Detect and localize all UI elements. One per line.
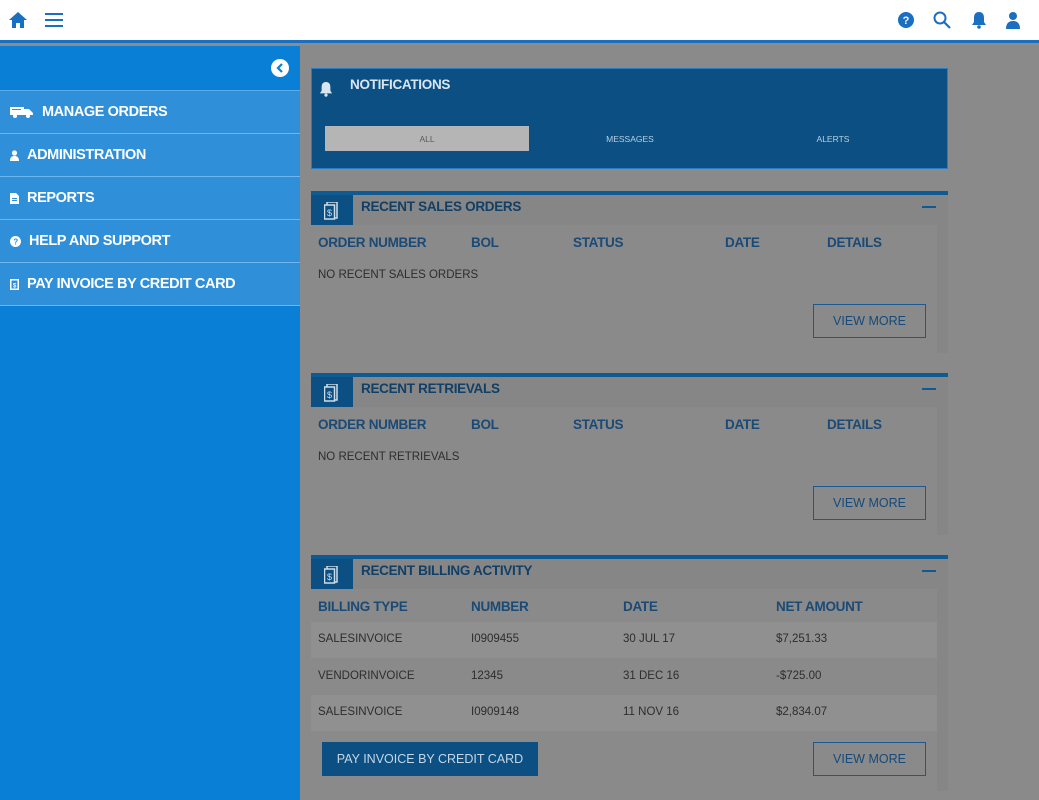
card-header: $ RECENT RETRIEVALS [311, 377, 948, 409]
svg-text:?: ? [13, 237, 18, 246]
column-header[interactable]: STATUS [573, 235, 624, 250]
minimize-button[interactable] [922, 570, 936, 572]
sidebar-item-label: PAY INVOICE BY CREDIT CARD [27, 276, 236, 292]
main-content: NOTIFICATIONS ALL MESSAGES ALERTS $ RECE… [300, 46, 1039, 800]
billing-type: SALESINVOICE [318, 633, 403, 645]
column-header[interactable]: BOL [471, 235, 499, 250]
sidebar-item-label: MANAGE ORDERS [42, 104, 168, 120]
home-icon[interactable] [7, 9, 29, 31]
truck-icon [10, 106, 34, 118]
billing-date: 11 NOV 16 [623, 706, 680, 718]
search-icon[interactable] [931, 9, 953, 31]
column-header[interactable]: ORDER NUMBER [318, 235, 426, 250]
billing-type: SALESINVOICE [318, 706, 403, 718]
chevron-left-icon [276, 63, 283, 73]
table-row[interactable]: VENDORINVOICE 12345 31 DEC 16 -$725.00 [311, 659, 937, 695]
view-more-button[interactable]: VIEW MORE [813, 304, 926, 338]
top-bar: ? [0, 0, 1039, 43]
table-row[interactable]: SALESINVOICE I0909148 11 NOV 16 $2,834.0… [311, 695, 937, 731]
billing-number: I0909148 [471, 706, 519, 718]
billing-number: 12345 [471, 670, 503, 682]
column-header[interactable]: BOL [471, 417, 499, 432]
card-title: RECENT RETRIEVALS [361, 381, 500, 396]
svg-text:$: $ [327, 208, 332, 218]
recent-retrievals-card: $ RECENT RETRIEVALS ORDER NUMBER BOL STA… [311, 373, 948, 535]
sidebar: MANAGE ORDERS ADMINISTRATION REPORTS ? H… [0, 46, 300, 800]
sidebar-menu: MANAGE ORDERS ADMINISTRATION REPORTS ? H… [0, 90, 300, 306]
sidebar-item-label: HELP AND SUPPORT [29, 233, 171, 249]
sidebar-item-pay-invoice[interactable]: $ PAY INVOICE BY CREDIT CARD [0, 263, 300, 306]
bell-icon [319, 81, 333, 102]
billing-date: 30 JUL 17 [623, 633, 675, 645]
tab-all[interactable]: ALL [325, 126, 529, 151]
billing-amount: $2,834.07 [776, 706, 828, 718]
column-header[interactable]: NUMBER [471, 599, 529, 614]
invoice-icon: $ [311, 559, 353, 591]
card-title: RECENT SALES ORDERS [361, 199, 522, 214]
svg-text:?: ? [903, 15, 910, 27]
empty-message: NO RECENT SALES ORDERS [318, 269, 479, 281]
recent-billing-activity-card: $ RECENT BILLING ACTIVITY BILLING TYPE N… [311, 555, 948, 791]
view-more-button[interactable]: VIEW MORE [813, 486, 926, 520]
invoice-icon: $ [311, 195, 353, 227]
card-header: $ RECENT SALES ORDERS [311, 195, 948, 227]
billing-number: I0909455 [471, 633, 519, 645]
column-header[interactable]: DETAILS [827, 235, 882, 250]
sidebar-item-label: REPORTS [27, 190, 95, 206]
card-body: ORDER NUMBER BOL STATUS DATE DETAILS NO … [311, 225, 937, 353]
tab-alerts[interactable]: ALERTS [731, 126, 935, 151]
menu-icon[interactable] [43, 9, 65, 31]
recent-sales-orders-card: $ RECENT SALES ORDERS ORDER NUMBER BOL S… [311, 191, 948, 353]
document-icon [10, 192, 19, 204]
sidebar-item-help-and-support[interactable]: ? HELP AND SUPPORT [0, 220, 300, 263]
column-header[interactable]: BILLING TYPE [318, 599, 408, 614]
invoice-icon: $ [10, 278, 19, 290]
billing-amount: $7,251.33 [776, 633, 828, 645]
column-header[interactable]: DATE [725, 235, 760, 250]
help-icon: ? [10, 235, 21, 247]
column-header[interactable]: ORDER NUMBER [318, 417, 426, 432]
table-row[interactable]: SALESINVOICE I0909455 30 JUL 17 $7,251.3… [311, 622, 937, 658]
svg-text:$: $ [327, 572, 332, 582]
billing-type: VENDORINVOICE [318, 670, 415, 682]
user-icon[interactable] [1002, 9, 1024, 31]
card-title: RECENT BILLING ACTIVITY [361, 563, 533, 578]
sidebar-item-label: ADMINISTRATION [27, 147, 146, 163]
sidebar-item-administration[interactable]: ADMINISTRATION [0, 134, 300, 177]
billing-date: 31 DEC 16 [623, 670, 680, 682]
card-body: ORDER NUMBER BOL STATUS DATE DETAILS NO … [311, 407, 937, 535]
minimize-button[interactable] [922, 206, 936, 208]
help-icon[interactable]: ? [895, 9, 917, 31]
empty-message: NO RECENT RETRIEVALS [318, 451, 460, 463]
sidebar-item-manage-orders[interactable]: MANAGE ORDERS [0, 91, 300, 134]
minimize-button[interactable] [922, 388, 936, 390]
column-header[interactable]: DATE [725, 417, 760, 432]
person-icon [10, 149, 19, 161]
column-header[interactable]: DATE [623, 599, 658, 614]
column-header[interactable]: DETAILS [827, 417, 882, 432]
svg-text:$: $ [327, 390, 332, 400]
card-header: $ RECENT BILLING ACTIVITY [311, 559, 948, 591]
tab-messages[interactable]: MESSAGES [528, 126, 732, 151]
notifications-title: NOTIFICATIONS [350, 77, 451, 92]
notifications-panel: NOTIFICATIONS ALL MESSAGES ALERTS [311, 68, 948, 169]
view-more-button[interactable]: VIEW MORE [813, 742, 926, 776]
collapse-sidebar-button[interactable] [271, 59, 289, 77]
sidebar-item-reports[interactable]: REPORTS [0, 177, 300, 220]
invoice-icon: $ [311, 377, 353, 409]
card-body: BILLING TYPE NUMBER DATE NET AMOUNT SALE… [311, 589, 937, 791]
column-header[interactable]: NET AMOUNT [776, 599, 863, 614]
billing-amount: -$725.00 [776, 670, 822, 682]
column-header[interactable]: STATUS [573, 417, 624, 432]
bell-icon[interactable] [968, 9, 990, 31]
pay-invoice-button[interactable]: PAY INVOICE BY CREDIT CARD [322, 742, 538, 776]
